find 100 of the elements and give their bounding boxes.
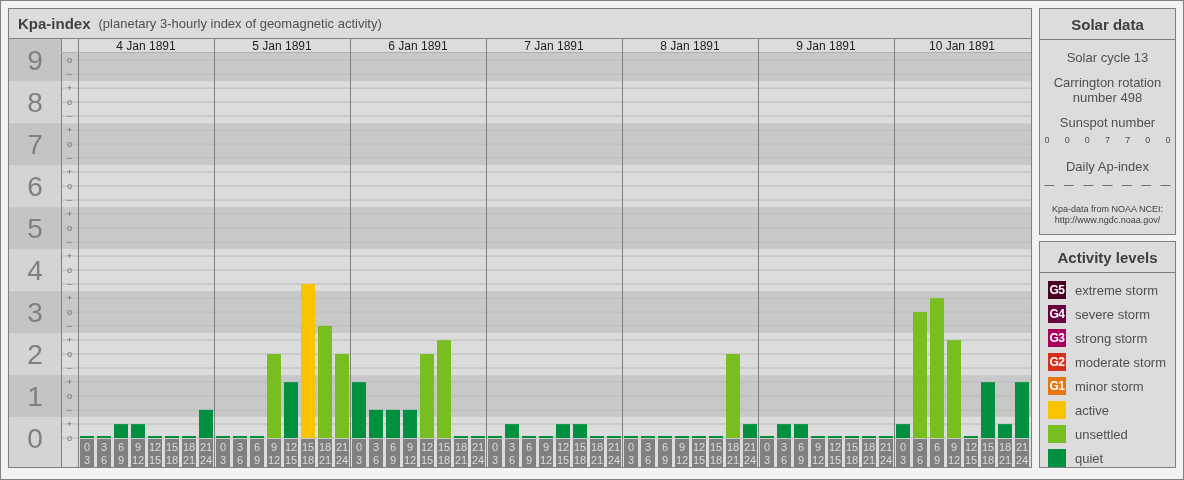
kp-bar [777,424,791,438]
minor-tick-label: o [67,97,72,107]
minor-tick-label: − [66,194,73,205]
minor-tick-label: + [66,125,73,135]
storm-badge: G2 [1048,353,1066,371]
kp-bar [131,424,145,438]
time-slot-label: 3 6 [97,438,111,467]
kp-bar [471,435,485,438]
kp-bar [403,409,417,438]
time-slot-label: 18 21 [182,438,196,467]
sunspot-value: 0 [1044,135,1050,145]
kp-bar [862,435,876,438]
time-slot-label: 9 12 [811,438,825,467]
time-slot-label: 12 15 [556,438,570,467]
time-slot-label: 0 3 [488,438,502,467]
minor-tick-label: o [67,55,72,65]
ap-value: — [1102,179,1113,190]
minor-tick-label: o [67,348,72,359]
legend-label: active [1075,402,1109,418]
time-slot-label: 6 9 [250,438,264,467]
time-slot-label: 12 15 [284,438,298,467]
ap-value: — [1121,179,1132,190]
day-label: 7 Jan 1891 [524,38,584,53]
time-slot-label: 9 12 [131,438,145,467]
time-slot-label: 9 12 [539,438,553,467]
minor-tick-label: − [66,236,73,247]
time-slot-label: 6 9 [386,438,400,467]
carrington-rotation: Carrington rotation number 498 [1052,75,1163,105]
kp-bar [369,409,383,438]
time-slot-label: 18 21 [998,438,1012,467]
storm-badge: G4 [1048,305,1066,323]
time-slot-label: 0 3 [896,438,910,467]
time-slot-label: 21 24 [471,438,485,467]
time-slot-label: 12 15 [692,438,706,467]
kp-bar [233,435,247,438]
kp-bar [709,435,723,438]
time-slot-label: 3 6 [233,438,247,467]
sunspot-value: 0 [1145,135,1151,145]
y-tick-label: 5 [27,212,43,244]
kp-bar [556,424,570,438]
kp-bar [607,435,621,438]
time-slot-label: 3 6 [913,438,927,467]
y-tick-label: 7 [27,128,43,160]
y-tick-label: 9 [27,44,43,76]
y-tick-label: 2 [27,338,43,370]
minor-tick-label: − [66,320,73,331]
kp-bar [182,435,196,438]
ap-value: — [1141,179,1152,190]
y-tick-label: 3 [27,296,43,328]
panel-title: Activity levels [1040,242,1175,273]
time-slot-label: 12 15 [148,438,162,467]
kp-bar [199,409,213,438]
time-slot-label: 3 6 [369,438,383,467]
time-slot-label: 18 21 [318,438,332,467]
kp-bar [250,435,264,438]
day-label: 9 Jan 1891 [796,38,856,53]
legend-label: minor storm [1075,378,1144,394]
time-slot-label: 6 9 [794,438,808,467]
sunspot-value: 7 [1104,135,1110,145]
kp-bar [590,435,604,438]
time-slot-label: 0 3 [352,438,366,467]
time-slot-label: 3 6 [505,438,519,467]
kp-bar [811,435,825,438]
kp-bar [760,435,774,438]
day-label: 8 Jan 1891 [660,38,720,53]
minor-tick-label: − [66,278,73,289]
time-slot-label: 21 24 [335,438,349,467]
minor-tick-label: o [67,390,72,401]
kp-bar [1015,382,1029,438]
y-tick-label: 4 [27,254,43,286]
minor-tick-label: o [67,306,72,317]
time-slot-label: 9 12 [947,438,961,467]
minor-tick-label: o [67,222,72,233]
kp-bar [505,424,519,438]
time-slot-label: 12 15 [420,438,434,467]
source-note: Kpa-data from NOAA NCEI: [1051,204,1163,215]
time-slot-label: 15 18 [301,438,315,467]
time-slot-label: 6 9 [522,438,536,467]
time-slot-label: 15 18 [437,438,451,467]
kp-bar [114,424,128,438]
kp-bar [828,435,842,438]
time-slot-label: 15 18 [845,438,859,467]
time-slot-label: 21 24 [199,438,213,467]
time-slot-label: 3 6 [641,438,655,467]
minor-tick-label: − [66,111,73,121]
legend-label: extreme storm [1075,282,1159,298]
legend-label: moderate storm [1075,354,1167,370]
kp-bar [522,435,536,438]
minor-tick-label: + [66,250,73,261]
ap-value: — [1044,179,1055,190]
ap-index-label: Daily Ap-index [1065,159,1150,174]
time-slot-label: 0 3 [760,438,774,467]
legend-label: unsettled [1075,426,1128,442]
minor-tick-label: + [66,292,73,303]
minor-tick-label: + [66,208,73,219]
ap-value: — [1083,179,1094,190]
kp-bar [165,435,179,438]
y-tick-label: 8 [27,86,43,118]
minor-tick-label: o [67,264,72,275]
source-note: http://www.ngdc.noaa.gov/ [1054,215,1161,226]
